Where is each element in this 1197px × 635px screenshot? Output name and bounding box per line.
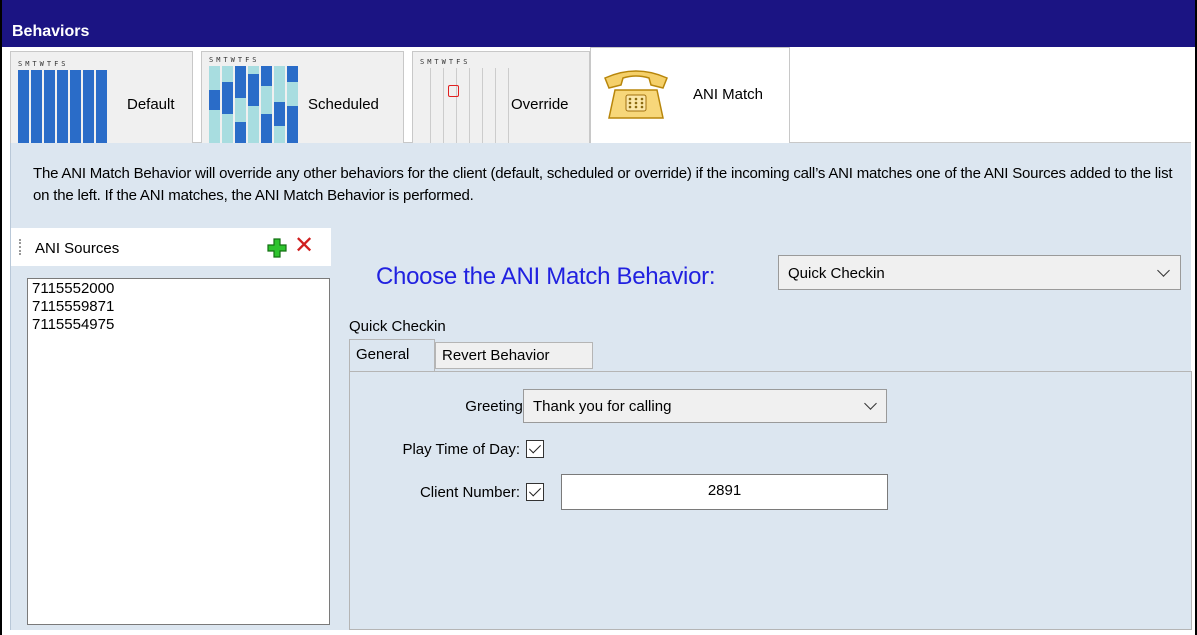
close-icon[interactable]: ✕ <box>294 234 314 258</box>
behavior-tabstrip: SMTWTFS Default SMTWTFS Scheduled SMTWTF… <box>10 47 1191 150</box>
choose-behavior-label: Choose the ANI Match Behavior: <box>376 263 716 290</box>
description-text: The ANI Match Behavior will override any… <box>33 165 1173 204</box>
client-number-label: Client Number: <box>419 484 520 501</box>
greeting-select[interactable]: Thank you for calling <box>523 389 887 423</box>
ani-sources-title: ANI Sources <box>35 240 120 257</box>
tab-override[interactable]: SMTWTFS Override <box>412 51 590 148</box>
chevron-down-icon <box>1157 264 1170 277</box>
list-item[interactable]: 7115559871 <box>32 298 325 316</box>
telephone-icon <box>604 70 668 119</box>
ani-match-content: The ANI Match Behavior will override any… <box>10 143 1192 630</box>
behavior-select-value: Quick Checkin <box>788 265 885 282</box>
tab-ani-match-label: ANI Match <box>693 86 764 103</box>
chevron-down-icon <box>864 397 877 410</box>
ani-sources-panel: ANI Sources ✕ 7115552000 7115559871 7115… <box>11 228 331 630</box>
window-title: Behaviors <box>2 0 1195 47</box>
behaviors-window: Behaviors SMTWTFS Default SMTWTFS Schedu… <box>0 0 1197 635</box>
tab-scheduled-label: Scheduled <box>308 96 379 113</box>
tab-scheduled[interactable]: SMTWTFS Scheduled <box>201 51 404 146</box>
ani-sources-list[interactable]: 7115552000 7115559871 7115554975 <box>27 278 330 625</box>
ani-sources-toolbar: ANI Sources ✕ <box>11 228 331 266</box>
tab-default[interactable]: SMTWTFS Default <box>10 51 193 150</box>
play-time-checkbox[interactable] <box>526 440 544 458</box>
greeting-label: Greeting: <box>465 398 527 415</box>
tab-override-label: Override <box>511 96 569 113</box>
tab-revert-behavior[interactable]: Revert Behavior <box>435 342 593 369</box>
toolbar-grip[interactable] <box>19 239 22 255</box>
tab-general[interactable]: General <box>349 339 435 371</box>
play-time-label: Play Time of Day: <box>402 441 520 458</box>
list-item[interactable]: 7115552000 <box>32 280 325 298</box>
client-number-input[interactable]: 2891 <box>561 474 888 510</box>
client-number-checkbox[interactable] <box>526 483 544 501</box>
plus-icon[interactable] <box>267 238 287 258</box>
behavior-group-label: Quick Checkin <box>349 318 446 335</box>
greeting-select-value: Thank you for calling <box>533 398 672 415</box>
tab-default-label: Default <box>127 96 175 113</box>
behavior-select[interactable]: Quick Checkin <box>778 255 1181 290</box>
general-panel: Greeting: Thank you for calling Play Tim… <box>349 371 1192 630</box>
list-item[interactable]: 7115554975 <box>32 316 325 334</box>
tab-ani-match[interactable]: ANI Match <box>590 47 790 144</box>
